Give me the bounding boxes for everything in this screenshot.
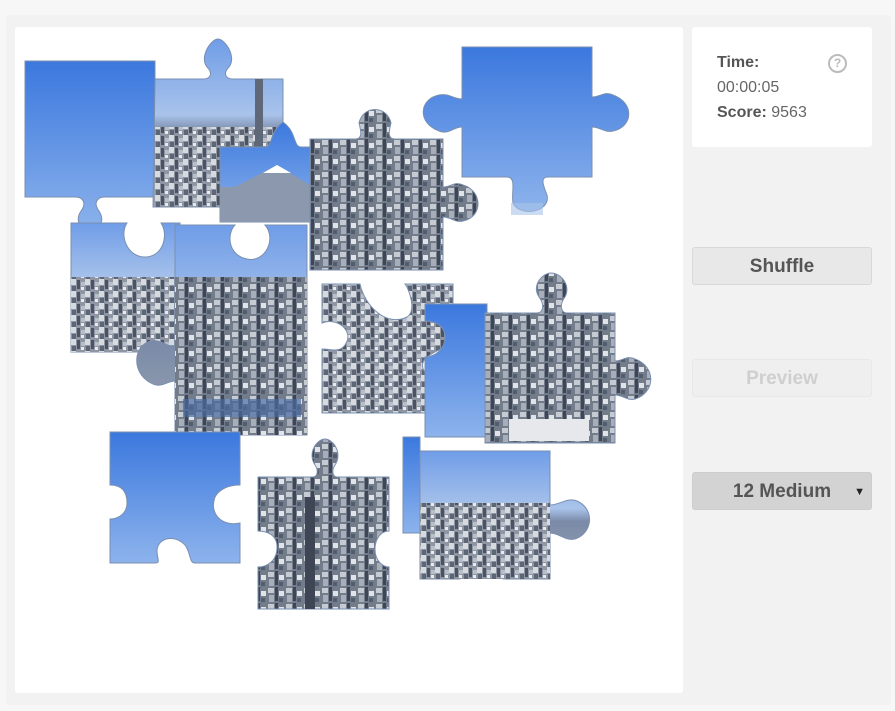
info-panel: Time: ? 00:00:05 Score: 9563 [692, 27, 872, 147]
level-select-value: 12 Medium [732, 481, 832, 502]
puzzle-board[interactable] [15, 27, 683, 693]
puzzle-piece-city-5[interactable] [484, 272, 652, 444]
puzzle-piece-city-2[interactable] [70, 222, 181, 353]
puzzle-piece-city-6[interactable] [257, 438, 390, 610]
puzzle-piece-mountain[interactable] [402, 436, 590, 580]
score-row: Score: 9563 [717, 104, 807, 122]
preview-button[interactable]: Preview [692, 359, 872, 397]
chevron-down-icon: ▼ [854, 486, 865, 498]
time-value: 00:00:05 [717, 79, 780, 96]
level-select[interactable]: 12 Medium ▼ [692, 472, 872, 510]
puzzle-piece-sky-1[interactable] [24, 60, 156, 234]
help-icon[interactable]: ? [828, 54, 847, 73]
puzzle-piece-sky-4[interactable] [109, 431, 241, 564]
puzzle-canvas[interactable] [15, 27, 683, 693]
score-label: Score: [717, 104, 767, 121]
shuffle-button[interactable]: Shuffle [692, 247, 872, 285]
puzzle-piece-city-1[interactable] [309, 109, 479, 271]
time-label: Time: [717, 54, 760, 71]
score-value: 9563 [771, 104, 807, 121]
